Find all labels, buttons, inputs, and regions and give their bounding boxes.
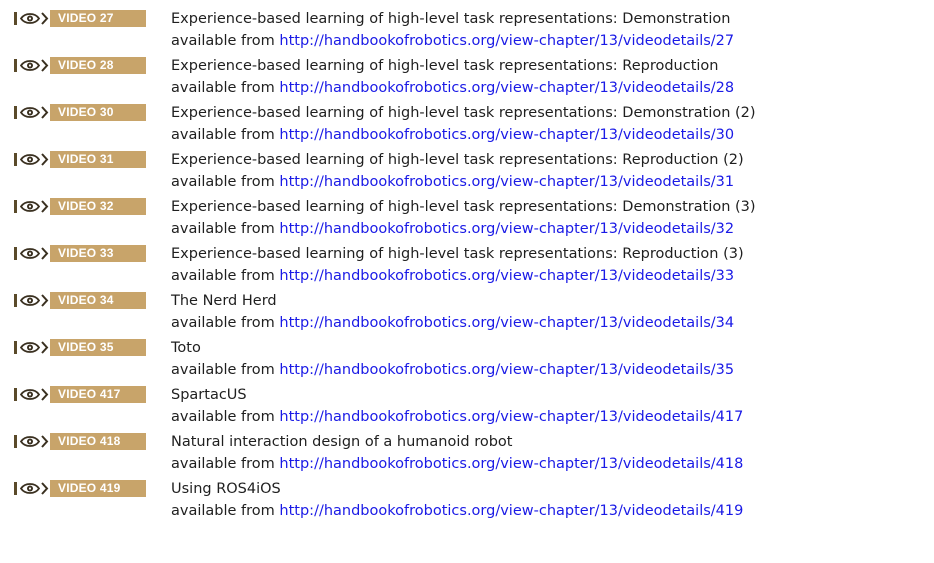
video-link[interactable]: http://handbookofrobotics.org/view-chapt… xyxy=(279,503,743,519)
video-badge-label: VIDEO 31 xyxy=(50,151,146,168)
eye-icon xyxy=(14,292,50,309)
video-title: Using ROS4iOS xyxy=(171,481,281,497)
available-from-label: available from xyxy=(171,268,275,284)
video-badge[interactable]: VIDEO 33 xyxy=(14,245,146,262)
video-link[interactable]: http://handbookofrobotics.org/view-chapt… xyxy=(279,33,734,49)
video-text: Experience-based learning of high-level … xyxy=(171,149,744,193)
video-link[interactable]: http://handbookofrobotics.org/view-chapt… xyxy=(279,221,734,237)
video-link[interactable]: http://handbookofrobotics.org/view-chapt… xyxy=(279,456,743,472)
video-text: Toto available from http://handbookofrob… xyxy=(171,337,734,381)
video-badge-label: VIDEO 28 xyxy=(50,57,146,74)
available-from-label: available from xyxy=(171,33,275,49)
video-link[interactable]: http://handbookofrobotics.org/view-chapt… xyxy=(279,409,743,425)
video-link[interactable]: http://handbookofrobotics.org/view-chapt… xyxy=(279,362,734,378)
video-badge[interactable]: VIDEO 419 xyxy=(14,480,146,497)
eye-icon xyxy=(14,10,50,27)
eye-icon xyxy=(14,151,50,168)
video-text: Experience-based learning of high-level … xyxy=(171,8,734,52)
video-text: Natural interaction design of a humanoid… xyxy=(171,431,743,475)
video-availability: available from http://handbookofrobotics… xyxy=(171,312,734,334)
video-title: Experience-based learning of high-level … xyxy=(171,246,744,262)
video-badge-label: VIDEO 417 xyxy=(50,386,146,403)
video-badge-label: VIDEO 419 xyxy=(50,480,146,497)
available-from-label: available from xyxy=(171,456,275,472)
eye-icon xyxy=(14,198,50,215)
available-from-label: available from xyxy=(171,127,275,143)
video-link[interactable]: http://handbookofrobotics.org/view-chapt… xyxy=(279,174,734,190)
video-link[interactable]: http://handbookofrobotics.org/view-chapt… xyxy=(279,127,734,143)
eye-icon xyxy=(14,480,50,497)
available-from-label: available from xyxy=(171,315,275,331)
video-badge-label: VIDEO 30 xyxy=(50,104,146,121)
video-badge[interactable]: VIDEO 418 xyxy=(14,433,146,450)
video-text: The Nerd Herd available from http://hand… xyxy=(171,290,734,334)
video-badge-label: VIDEO 34 xyxy=(50,292,146,309)
video-text: Experience-based learning of high-level … xyxy=(171,102,756,146)
video-title: Experience-based learning of high-level … xyxy=(171,199,756,215)
video-link[interactable]: http://handbookofrobotics.org/view-chapt… xyxy=(279,80,734,96)
video-title: SpartacUS xyxy=(171,387,247,403)
eye-icon xyxy=(14,57,50,74)
video-link[interactable]: http://handbookofrobotics.org/view-chapt… xyxy=(279,268,734,284)
video-availability: available from http://handbookofrobotics… xyxy=(171,171,744,193)
video-title: Experience-based learning of high-level … xyxy=(171,58,719,74)
available-from-label: available from xyxy=(171,503,275,519)
video-badge[interactable]: VIDEO 32 xyxy=(14,198,146,215)
video-availability: available from http://handbookofrobotics… xyxy=(171,453,743,475)
video-badge-label: VIDEO 35 xyxy=(50,339,146,356)
video-badge[interactable]: VIDEO 27 xyxy=(14,10,146,27)
video-availability: available from http://handbookofrobotics… xyxy=(171,406,743,428)
video-text: Experience-based learning of high-level … xyxy=(171,243,744,287)
video-title: Experience-based learning of high-level … xyxy=(171,105,756,121)
video-badge[interactable]: VIDEO 34 xyxy=(14,292,146,309)
video-title: The Nerd Herd xyxy=(171,293,277,309)
video-title: Experience-based learning of high-level … xyxy=(171,152,744,168)
video-link[interactable]: http://handbookofrobotics.org/view-chapt… xyxy=(279,315,734,331)
video-text: Using ROS4iOS available from http://hand… xyxy=(171,478,743,522)
video-badge-label: VIDEO 32 xyxy=(50,198,146,215)
video-badge-label: VIDEO 418 xyxy=(50,433,146,450)
video-availability: available from http://handbookofrobotics… xyxy=(171,218,756,240)
eye-icon xyxy=(14,339,50,356)
eye-icon xyxy=(14,433,50,450)
eye-icon xyxy=(14,386,50,403)
video-availability: available from http://handbookofrobotics… xyxy=(171,500,743,522)
video-list: VIDEO 27 Experience-based learning of hi… xyxy=(0,0,934,563)
available-from-label: available from xyxy=(171,362,275,378)
video-title: Toto xyxy=(171,340,201,356)
video-text: Experience-based learning of high-level … xyxy=(171,196,756,240)
video-availability: available from http://handbookofrobotics… xyxy=(171,265,744,287)
video-availability: available from http://handbookofrobotics… xyxy=(171,77,734,99)
available-from-label: available from xyxy=(171,409,275,425)
video-availability: available from http://handbookofrobotics… xyxy=(171,30,734,52)
video-badge-label: VIDEO 27 xyxy=(50,10,146,27)
available-from-label: available from xyxy=(171,221,275,237)
video-availability: available from http://handbookofrobotics… xyxy=(171,359,734,381)
available-from-label: available from xyxy=(171,80,275,96)
eye-icon xyxy=(14,104,50,121)
video-badge[interactable]: VIDEO 35 xyxy=(14,339,146,356)
video-badge[interactable]: VIDEO 30 xyxy=(14,104,146,121)
video-badge-label: VIDEO 33 xyxy=(50,245,146,262)
video-title: Experience-based learning of high-level … xyxy=(171,11,731,27)
video-text: Experience-based learning of high-level … xyxy=(171,55,734,99)
available-from-label: available from xyxy=(171,174,275,190)
video-title: Natural interaction design of a humanoid… xyxy=(171,434,513,450)
video-badge[interactable]: VIDEO 28 xyxy=(14,57,146,74)
video-badge[interactable]: VIDEO 31 xyxy=(14,151,146,168)
video-badge[interactable]: VIDEO 417 xyxy=(14,386,146,403)
video-availability: available from http://handbookofrobotics… xyxy=(171,124,756,146)
video-text: SpartacUS available from http://handbook… xyxy=(171,384,743,428)
eye-icon xyxy=(14,245,50,262)
